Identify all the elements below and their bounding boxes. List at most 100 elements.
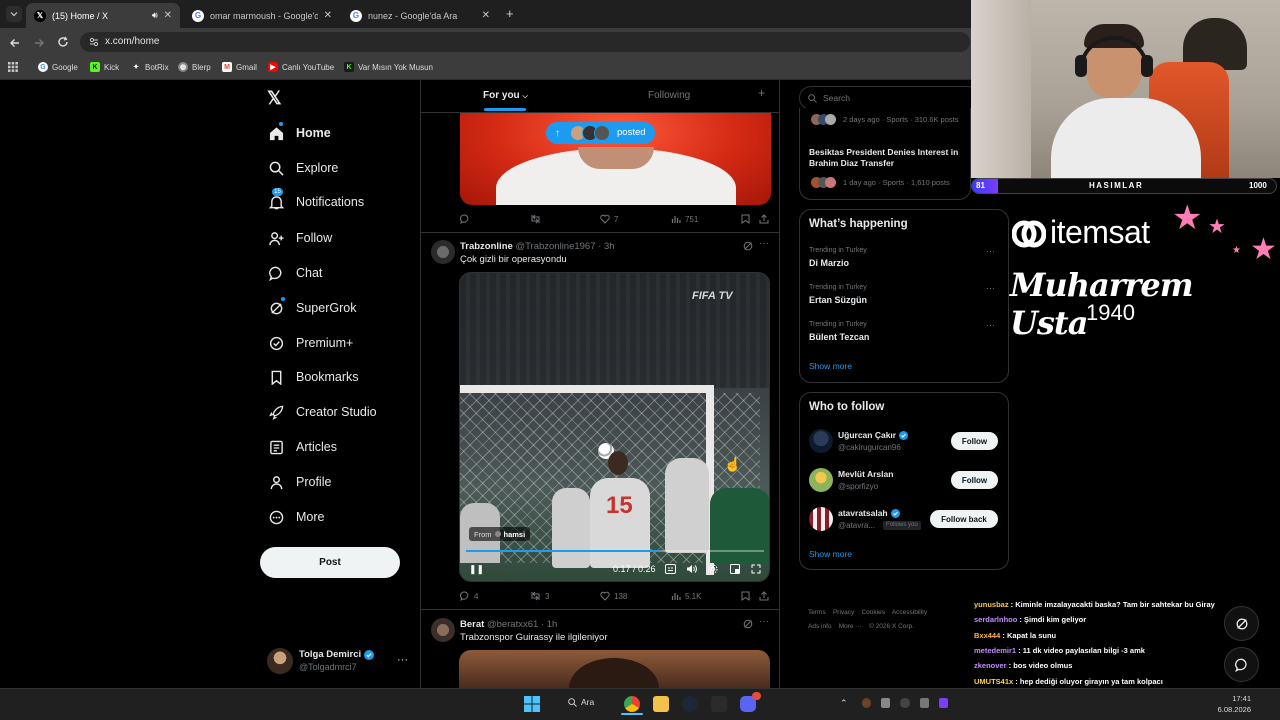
tweet-more-icon[interactable]: ··· [759, 238, 769, 249]
show-more-link[interactable]: Show more [809, 361, 852, 371]
tweet-more-icon[interactable]: ··· [759, 616, 769, 627]
app-icon[interactable] [711, 696, 727, 712]
trend-item[interactable]: Bülent Tezcan [809, 332, 869, 342]
footer-link[interactable]: More ··· [839, 623, 862, 630]
bookmark-botrix[interactable]: ✦ BotRix [131, 62, 169, 72]
nav-supergrok[interactable]: SuperGrok [268, 297, 356, 319]
messages-fab[interactable] [1224, 647, 1259, 682]
picture-in-picture-icon[interactable] [730, 564, 740, 574]
account-avatar[interactable] [267, 648, 293, 674]
tweet-video[interactable]: FIFA TV 15 From hamsi ❚❚ 0:17 / 0:26 [459, 272, 770, 582]
repost-button[interactable] [530, 214, 545, 224]
reply-button[interactable]: 4 [460, 591, 478, 601]
follow-suggestion-name[interactable]: Uğurcan Çakır [838, 430, 909, 440]
tweet-author[interactable]: Berat [460, 619, 484, 630]
reply-button[interactable] [460, 214, 474, 224]
avatar[interactable] [809, 507, 833, 531]
footer-link[interactable]: Ads info [808, 623, 832, 630]
nav-profile[interactable]: Profile [268, 471, 331, 493]
tray-icon[interactable] [900, 698, 910, 708]
trend-more-icon[interactable]: ··· [986, 283, 995, 293]
windows-start-icon[interactable] [524, 696, 540, 712]
footer-link[interactable]: Privacy [833, 609, 854, 616]
views-button[interactable]: 5.1K [671, 591, 701, 601]
site-info-icon[interactable] [89, 37, 99, 47]
grok-icon[interactable] [743, 619, 753, 629]
taskbar-search[interactable]: Ara [568, 697, 594, 707]
tab-search-button[interactable] [6, 6, 22, 22]
nav-creator-studio[interactable]: Creator Studio [268, 401, 377, 423]
x-logo-icon[interactable]: 𝕏 [267, 88, 282, 109]
post-button[interactable]: Post [260, 547, 400, 578]
clock-date[interactable]: 6.08.2026 [1211, 705, 1251, 714]
tab-nunez[interactable]: G nunez - Google'da Ara ✕ [342, 3, 498, 28]
tray-icon[interactable] [919, 698, 929, 708]
chrome-icon[interactable] [624, 696, 640, 712]
tab-following[interactable]: Following [648, 90, 690, 101]
tab-home-x[interactable]: 𝕏 (15) Home / X 🔊︎ ✕ [26, 3, 180, 28]
tweet-time[interactable]: · 1h [541, 619, 557, 630]
trend-more-icon[interactable]: ··· [986, 320, 995, 330]
tray-icon[interactable] [862, 698, 872, 708]
trend-more-icon[interactable]: ··· [986, 246, 995, 256]
tweet-author[interactable]: Trabzonline [460, 241, 513, 252]
volume-icon[interactable] [686, 564, 697, 574]
video-source-badge[interactable]: From hamsi [469, 527, 531, 541]
search-input[interactable]: Search [799, 86, 979, 110]
repost-button[interactable]: 3 [530, 591, 549, 601]
account-menu-icon[interactable]: ··· [397, 654, 408, 666]
nav-home[interactable]: Home [268, 122, 331, 144]
tray-icon[interactable] [938, 698, 949, 708]
avatar[interactable] [431, 240, 455, 264]
bookmark-blerp[interactable]: ◍ Blerp [178, 62, 211, 72]
avatar[interactable] [809, 468, 833, 492]
nav-explore[interactable]: Explore [268, 157, 338, 179]
address-bar[interactable]: x.com/home [80, 32, 970, 52]
steam-icon[interactable] [682, 696, 698, 712]
nav-bookmarks[interactable]: Bookmarks [268, 366, 359, 388]
bookmark-gmail[interactable]: M Gmail [222, 62, 257, 72]
like-button[interactable]: 138 [600, 591, 627, 601]
bookmark-var-misin[interactable]: K Var Mısın Yok Musun [344, 62, 433, 72]
tray-chevron-icon[interactable]: ⌃ [840, 698, 848, 709]
footer-link[interactable]: Terms [808, 609, 826, 616]
show-more-link[interactable]: Show more [809, 549, 852, 559]
apps-grid-icon[interactable] [8, 62, 18, 72]
nav-articles[interactable]: Articles [268, 436, 337, 458]
clock-time[interactable]: 17:41 [1231, 694, 1251, 703]
tweet-handle[interactable]: @Trabzonline1967 [515, 241, 595, 252]
nav-premium[interactable]: Premium+ [268, 332, 353, 354]
share-button[interactable] [759, 214, 769, 224]
tweet-image[interactable] [459, 650, 770, 688]
footer-link[interactable]: Accessibility [892, 609, 927, 616]
nav-chat[interactable]: Chat [268, 262, 322, 284]
back-icon[interactable] [9, 37, 21, 49]
close-tab-icon[interactable]: ✕ [482, 10, 490, 21]
close-tab-icon[interactable]: ✕ [324, 10, 332, 21]
views-button[interactable]: 751 [671, 214, 698, 224]
nav-notifications[interactable]: Notifications 15 [268, 188, 364, 213]
tab-omar-marmoush[interactable]: G omar marmoush - Google'da Ara ✕ [184, 3, 340, 28]
share-button[interactable] [759, 591, 769, 601]
settings-gear-icon[interactable] [708, 564, 718, 574]
follow-button[interactable]: Follow [951, 432, 998, 450]
bookmark-youtube[interactable]: ▶ Canlı YouTube [268, 62, 334, 72]
tab-for-you[interactable]: For you ⌵ [483, 90, 528, 101]
add-tab-icon[interactable]: + [758, 86, 765, 100]
tweet-time[interactable]: · 3h [598, 241, 614, 252]
follow-suggestion-name[interactable]: Mevlüt Arslan [838, 469, 893, 479]
tray-icon[interactable] [881, 698, 891, 708]
like-button[interactable]: 7 [600, 214, 618, 224]
reload-icon[interactable] [57, 36, 69, 48]
follow-button[interactable]: Follow [951, 471, 998, 489]
avatar[interactable] [431, 618, 455, 642]
new-posts-pill[interactable]: ↑ posted [546, 122, 655, 144]
new-tab-icon[interactable]: + [506, 6, 514, 21]
grok-icon[interactable] [743, 241, 753, 251]
grok-fab[interactable] [1224, 606, 1259, 641]
video-progress-track[interactable] [466, 550, 764, 552]
close-tab-icon[interactable]: ✕ [164, 10, 172, 21]
pause-icon[interactable]: ❚❚ [469, 564, 484, 575]
forward-icon[interactable] [33, 37, 45, 49]
speaker-icon[interactable]: 🔊︎ [152, 10, 158, 21]
